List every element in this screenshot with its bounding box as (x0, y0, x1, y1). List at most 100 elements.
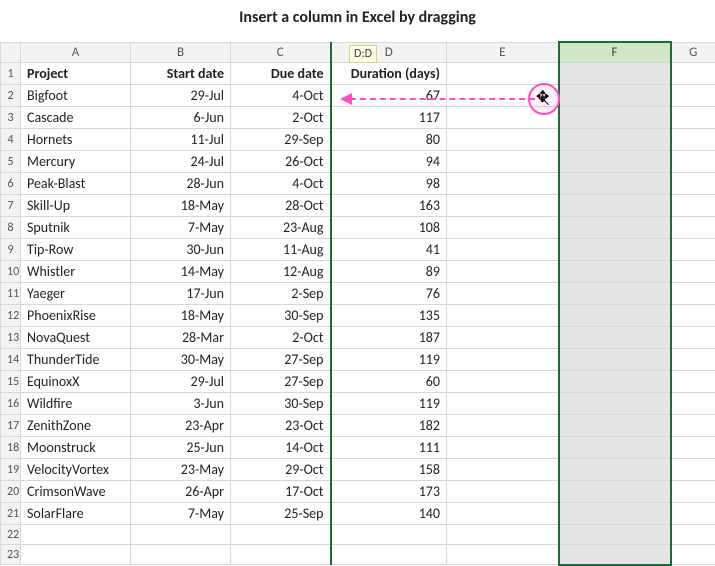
cell[interactable] (331, 525, 447, 545)
cell[interactable]: 119 (331, 393, 447, 415)
cell[interactable] (447, 195, 559, 217)
cell[interactable]: Sputnik (21, 217, 131, 239)
cell[interactable]: 60 (331, 371, 447, 393)
col-header-G[interactable]: G (671, 42, 715, 63)
cell[interactable] (447, 305, 559, 327)
cell[interactable] (447, 525, 559, 545)
cell[interactable]: 94 (331, 151, 447, 173)
cell[interactable]: 76 (331, 283, 447, 305)
row-header[interactable]: 7 (1, 195, 21, 217)
cell[interactable]: Bigfoot (21, 85, 131, 107)
cell[interactable]: 117 (331, 107, 447, 129)
row-header[interactable]: 8 (1, 217, 21, 239)
cell[interactable]: 30-Sep (231, 305, 331, 327)
row-header[interactable]: 9 (1, 239, 21, 261)
cell[interactable]: 80 (331, 129, 447, 151)
cell[interactable]: Yaeger (21, 283, 131, 305)
cell[interactable]: 108 (331, 217, 447, 239)
cell[interactable] (559, 371, 671, 393)
cell[interactable]: Whistler (21, 261, 131, 283)
cell[interactable] (559, 305, 671, 327)
cell[interactable]: PhoenixRise (21, 305, 131, 327)
cell[interactable]: Tip-Row (21, 239, 131, 261)
row-header[interactable]: 6 (1, 173, 21, 195)
cell[interactable] (671, 107, 715, 129)
col-header-F[interactable]: F (559, 42, 671, 63)
select-all-corner[interactable] (1, 42, 21, 63)
cell[interactable]: 173 (331, 481, 447, 503)
cell[interactable]: 17-Jun (131, 283, 231, 305)
cell[interactable]: 11-Aug (231, 239, 331, 261)
cell[interactable] (671, 261, 715, 283)
cell[interactable]: Start date (131, 63, 231, 85)
cell[interactable]: 7-May (131, 503, 231, 525)
cell[interactable] (447, 151, 559, 173)
cell[interactable] (559, 173, 671, 195)
row-header[interactable]: 23 (1, 545, 21, 565)
cell[interactable]: 28-Jun (131, 173, 231, 195)
cell[interactable]: Cascade (21, 107, 131, 129)
cell[interactable]: 30-Sep (231, 393, 331, 415)
cell[interactable] (447, 173, 559, 195)
cell[interactable]: 2-Sep (231, 283, 331, 305)
cell[interactable] (671, 63, 715, 85)
cell[interactable] (559, 437, 671, 459)
cell[interactable]: 4-Oct (231, 173, 331, 195)
cell[interactable]: 14-Oct (231, 437, 331, 459)
cell[interactable] (21, 525, 131, 545)
cell[interactable] (671, 283, 715, 305)
cell[interactable]: 11-Jul (131, 129, 231, 151)
cell[interactable]: 18-May (131, 195, 231, 217)
cell[interactable]: 7-May (131, 217, 231, 239)
row-header[interactable]: 22 (1, 525, 21, 545)
cell[interactable]: 26-Oct (231, 151, 331, 173)
cell[interactable]: 4-Oct (231, 85, 331, 107)
cell[interactable] (131, 545, 231, 565)
cell[interactable] (671, 151, 715, 173)
cell[interactable]: 28-Oct (231, 195, 331, 217)
col-header-D[interactable]: D (331, 42, 447, 63)
row-header[interactable]: 1 (1, 63, 21, 85)
cell[interactable] (447, 437, 559, 459)
cell[interactable]: Mercury (21, 151, 131, 173)
cell[interactable]: 17-Oct (231, 481, 331, 503)
row-header[interactable]: 13 (1, 327, 21, 349)
cell[interactable]: CrimsonWave (21, 481, 131, 503)
col-header-C[interactable]: C (231, 42, 331, 63)
cell[interactable] (447, 327, 559, 349)
cell[interactable] (447, 481, 559, 503)
cell[interactable] (671, 437, 715, 459)
cell[interactable] (559, 349, 671, 371)
cell[interactable] (559, 327, 671, 349)
cell[interactable]: 2-Oct (231, 327, 331, 349)
cell[interactable] (447, 349, 559, 371)
cell[interactable] (671, 195, 715, 217)
cell[interactable] (231, 545, 331, 565)
cell[interactable] (559, 217, 671, 239)
cell[interactable] (447, 393, 559, 415)
cell[interactable] (559, 481, 671, 503)
cell[interactable]: Skill-Up (21, 195, 131, 217)
cell[interactable] (671, 459, 715, 481)
cell[interactable]: 23-Aug (231, 217, 331, 239)
cell[interactable] (447, 239, 559, 261)
cell[interactable]: 30-May (131, 349, 231, 371)
col-header-A[interactable]: A (21, 42, 131, 63)
cell[interactable] (447, 283, 559, 305)
cell[interactable]: 182 (331, 415, 447, 437)
cell[interactable] (559, 283, 671, 305)
cell[interactable]: 163 (331, 195, 447, 217)
cell[interactable]: 23-Oct (231, 415, 331, 437)
cell[interactable] (559, 545, 671, 565)
cell[interactable] (671, 545, 715, 565)
cell[interactable] (447, 63, 559, 85)
cell[interactable] (559, 63, 671, 85)
cell[interactable] (447, 545, 559, 565)
cell[interactable]: 27-Sep (231, 349, 331, 371)
cell[interactable]: 41 (331, 239, 447, 261)
cell[interactable] (559, 525, 671, 545)
cell[interactable]: 187 (331, 327, 447, 349)
cell[interactable] (559, 151, 671, 173)
cell[interactable]: NovaQuest (21, 327, 131, 349)
cell[interactable] (559, 393, 671, 415)
